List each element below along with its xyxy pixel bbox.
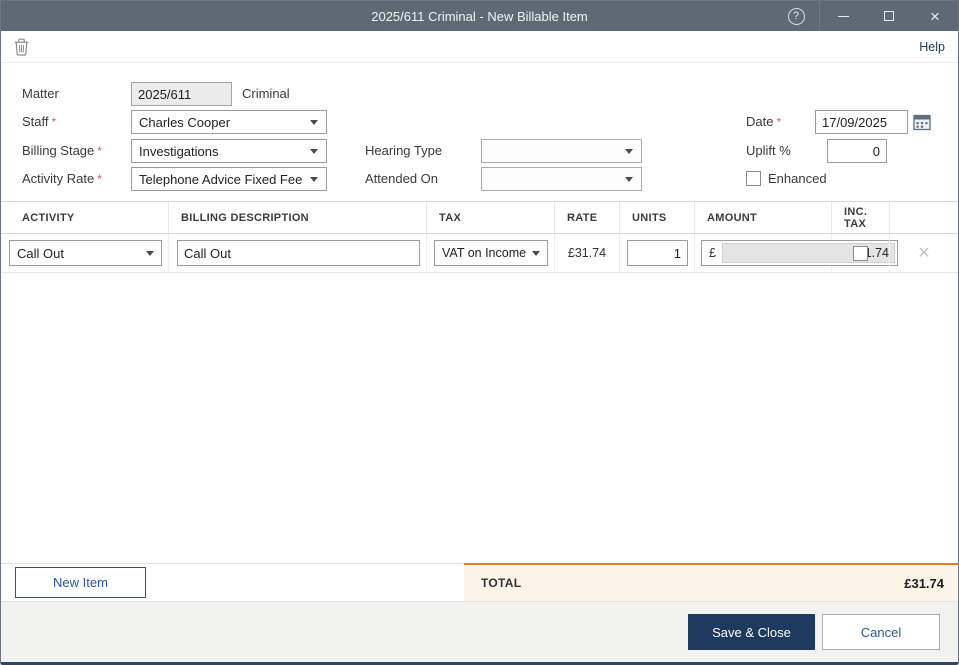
column-header-units: UNITS [620, 202, 695, 233]
minimize-button[interactable] [820, 1, 866, 31]
activity-dropdown[interactable]: Call Out [9, 240, 162, 266]
rate-cell: £31.74 [555, 234, 620, 272]
matter-field [131, 82, 232, 106]
maximize-icon [884, 11, 894, 21]
chevron-down-icon [310, 148, 318, 154]
cancel-button[interactable]: Cancel [822, 614, 940, 650]
close-icon: × [930, 6, 940, 26]
required-marker: * [51, 115, 57, 129]
billing-stage-dropdown[interactable]: Investigations [131, 139, 327, 163]
required-marker: * [776, 115, 782, 129]
staff-value: Charles Cooper [139, 114, 231, 130]
billing-description-cell [169, 234, 427, 272]
items-footer: New Item TOTAL £31.74 [1, 563, 958, 601]
dialog-footer: Save & Close Cancel [1, 601, 958, 662]
enhanced-field: Enhanced [746, 171, 827, 186]
help-icon: ? [787, 7, 805, 25]
items-table-header: ACTIVITY BILLING DESCRIPTION TAX RATE UN… [1, 201, 958, 234]
column-header-activity: ACTIVITY [1, 202, 169, 233]
tax-cell: VAT on Income [427, 234, 555, 272]
column-header-inc-tax: INC. TAX [832, 202, 890, 233]
billing-description-input[interactable] [177, 240, 420, 266]
items-footer-left: New Item [1, 563, 464, 601]
activity-rate-dropdown[interactable]: Telephone Advice Fixed Fee [131, 167, 327, 191]
help-button[interactable]: ? [773, 1, 819, 31]
new-item-button[interactable]: New Item [15, 567, 146, 598]
uplift-field[interactable] [827, 139, 887, 163]
amount-cell: £ [695, 234, 898, 272]
chevron-down-icon [625, 176, 633, 182]
inc-tax-cell [832, 234, 890, 272]
window-controls: ? × [773, 1, 958, 31]
attended-on-dropdown[interactable] [481, 167, 642, 191]
tax-value: VAT on Income [442, 246, 527, 260]
chevron-down-icon [310, 176, 318, 182]
billing-stage-label: Billing Stage * [22, 143, 102, 158]
column-header-billing-description: BILLING DESCRIPTION [169, 202, 427, 233]
delete-item-button[interactable] [14, 38, 29, 56]
chevron-down-icon [146, 250, 154, 256]
inc-tax-checkbox[interactable] [853, 245, 868, 261]
tax-dropdown[interactable]: VAT on Income [434, 240, 548, 266]
required-marker: * [97, 144, 102, 158]
form-area: Matter Criminal Staff* Charles Cooper Da… [1, 63, 958, 197]
column-header-rate: RATE [555, 202, 620, 233]
total-bar: TOTAL £31.74 [464, 563, 958, 601]
staff-label: Staff * [22, 114, 57, 129]
billing-stage-value: Investigations [139, 143, 219, 159]
billable-item-dialog: 2025/611 Criminal - New Billable Item ? … [0, 0, 959, 665]
maximize-button[interactable] [866, 1, 912, 31]
total-value: £31.74 [904, 575, 944, 591]
attended-on-label: Attended On [365, 171, 438, 186]
trash-icon [14, 38, 29, 56]
required-marker: * [97, 172, 102, 186]
calendar-button[interactable] [912, 113, 931, 132]
activity-rate-label: Activity Rate * [22, 171, 102, 186]
currency-symbol: £ [709, 246, 716, 260]
matter-label: Matter [22, 86, 59, 101]
titlebar: 2025/611 Criminal - New Billable Item ? … [1, 1, 958, 31]
enhanced-checkbox[interactable] [746, 171, 761, 186]
help-link[interactable]: Help [919, 40, 945, 54]
units-input[interactable] [627, 240, 688, 266]
toolbar: Help [1, 31, 958, 63]
calendar-icon [912, 114, 931, 131]
date-label: Date * [746, 114, 782, 129]
total-label: TOTAL [481, 576, 522, 590]
hearing-type-dropdown[interactable] [481, 139, 642, 163]
units-cell [620, 234, 695, 272]
minimize-icon [837, 15, 849, 17]
close-button[interactable]: × [912, 1, 958, 31]
table-empty-area [1, 273, 958, 563]
column-header-amount: AMOUNT [695, 202, 832, 233]
chevron-down-icon [310, 119, 318, 125]
column-header-tax: TAX [427, 202, 555, 233]
chevron-down-icon [625, 148, 633, 154]
chevron-down-icon [532, 250, 540, 256]
matter-type-label: Criminal [242, 86, 290, 101]
staff-dropdown[interactable]: Charles Cooper [131, 110, 327, 134]
date-field[interactable] [815, 110, 908, 134]
rate-value: £31.74 [567, 246, 607, 260]
activity-cell: Call Out [1, 234, 169, 272]
row-actions-cell: × [890, 234, 958, 272]
hearing-type-label: Hearing Type [365, 143, 443, 158]
activity-value: Call Out [17, 245, 64, 261]
table-row: Call Out VAT on Income £31.74 £ [1, 234, 958, 273]
activity-rate-value: Telephone Advice Fixed Fee [139, 171, 303, 187]
column-header-actions [890, 202, 958, 233]
delete-row-icon[interactable]: × [896, 243, 952, 263]
save-and-close-button[interactable]: Save & Close [688, 614, 815, 650]
uplift-label: Uplift % [746, 143, 791, 158]
enhanced-label: Enhanced [768, 171, 827, 186]
